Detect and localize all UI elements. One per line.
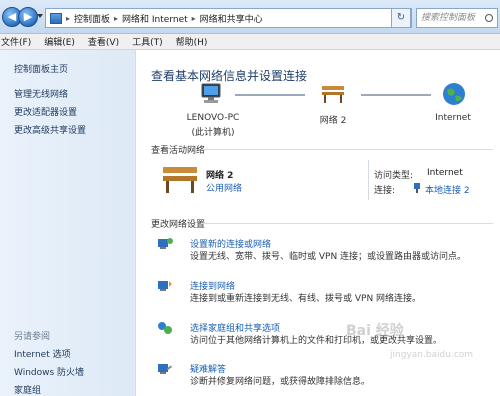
- sidebar-item-windows-firewall[interactable]: Windows 防火墙: [14, 365, 84, 378]
- search-icon[interactable]: [485, 14, 493, 22]
- bench-network-icon: [163, 167, 197, 193]
- computer-subtitle: (此计算机): [191, 128, 235, 138]
- map-internet-label: Internet: [435, 113, 471, 123]
- connection-link[interactable]: 本地连接 2: [425, 183, 470, 196]
- control-panel-icon: [50, 12, 62, 24]
- menu-file[interactable]: 文件(F): [1, 35, 31, 48]
- address-bar: ◀ ▶ ▸ 控制面板 ▸ 网络和 Internet ▸ 网络和共享中心 ↻ 搜索…: [0, 0, 500, 34]
- homegroup-icon: [158, 322, 172, 334]
- forward-arrow-icon[interactable]: ▶: [18, 7, 38, 27]
- globe-icon[interactable]: [442, 82, 466, 106]
- search-input[interactable]: 搜索控制面板: [416, 8, 498, 28]
- breadcrumb[interactable]: ▸ 控制面板 ▸ 网络和 Internet ▸ 网络和共享中心: [45, 8, 412, 28]
- page-title: 查看基本网络信息并设置连接: [151, 69, 308, 83]
- task-description: 访问位于其他网络计算机上的文件和打印机，或更改共享设置。: [190, 336, 443, 346]
- menu-view[interactable]: 查看(V): [88, 35, 119, 48]
- new-connection-icon: [158, 238, 173, 249]
- refresh-icon[interactable]: ↻: [391, 8, 411, 28]
- sidebar-item-internet-options[interactable]: Internet 选项: [14, 347, 71, 360]
- active-networks-header: 查看活动网络: [151, 146, 206, 156]
- connect-network-icon: [158, 281, 172, 291]
- access-type-value: Internet: [427, 168, 463, 178]
- breadcrumb-item-network-internet[interactable]: 网络和 Internet: [122, 12, 188, 25]
- divider: [201, 223, 493, 224]
- connection-label: 连接:: [374, 186, 396, 196]
- sidebar: 控制面板主页 管理无线网络 更改适配器设置 更改高级共享设置 另请参阅 Inte…: [0, 50, 136, 396]
- map-connection-line: [361, 94, 431, 96]
- computer-icon[interactable]: [198, 83, 224, 105]
- task-description: 连接到或重新连接到无线、有线、拨号或 VPN 网络连接。: [190, 294, 422, 304]
- sidebar-item-control-panel-home[interactable]: 控制面板主页: [14, 62, 68, 75]
- see-also-header: 另请参阅: [14, 332, 51, 342]
- recent-pages-dropdown-icon[interactable]: [37, 14, 43, 18]
- main-content: 查看基本网络信息并设置连接 LENOVO-PC (此计算机) 网络 2 Inte…: [137, 50, 500, 396]
- map-network-label: 网络 2: [319, 116, 347, 126]
- divider: [368, 160, 369, 200]
- menu-tools[interactable]: 工具(T): [132, 35, 163, 48]
- sidebar-item-adapter-settings[interactable]: 更改适配器设置: [14, 105, 77, 118]
- menu-edit[interactable]: 编辑(E): [44, 35, 75, 48]
- menu-bar: 文件(F) 编辑(E) 查看(V) 工具(T) 帮助(H): [0, 34, 500, 50]
- change-settings-header: 更改网络设置: [151, 220, 206, 230]
- task-description: 诊断并修复网络问题，或获得故障排除信息。: [190, 377, 371, 387]
- chevron-right-icon[interactable]: ▸: [192, 14, 196, 23]
- menu-help[interactable]: 帮助(H): [176, 35, 208, 48]
- sidebar-item-homegroup[interactable]: 家庭组: [14, 383, 41, 396]
- divider: [201, 149, 493, 150]
- ethernet-icon: [414, 183, 420, 193]
- chevron-right-icon[interactable]: ▸: [66, 14, 70, 23]
- network-type-link[interactable]: 公用网络: [206, 181, 242, 194]
- active-network-name: 网络 2: [206, 171, 234, 181]
- computer-name: LENOVO-PC: [186, 113, 240, 123]
- map-connection-line: [235, 94, 305, 96]
- search-placeholder: 搜索控制面板: [421, 13, 476, 23]
- breadcrumb-item-network-sharing[interactable]: 网络和共享中心: [200, 12, 263, 25]
- troubleshoot-icon: [158, 364, 173, 374]
- bench-network-icon[interactable]: [320, 83, 346, 105]
- baidu-watermark: Bai 经验: [346, 323, 404, 339]
- sidebar-item-advanced-sharing[interactable]: 更改高级共享设置: [14, 123, 86, 136]
- breadcrumb-item-control-panel[interactable]: 控制面板: [74, 12, 110, 25]
- access-type-label: 访问类型:: [374, 171, 414, 181]
- task-description: 设置无线、宽带、拨号、临时或 VPN 连接；或设置路由器或访问点。: [190, 252, 467, 262]
- chevron-right-icon[interactable]: ▸: [114, 14, 118, 23]
- watermark-url: jingyan.baidu.com: [390, 350, 474, 360]
- sidebar-item-manage-wireless[interactable]: 管理无线网络: [14, 87, 68, 100]
